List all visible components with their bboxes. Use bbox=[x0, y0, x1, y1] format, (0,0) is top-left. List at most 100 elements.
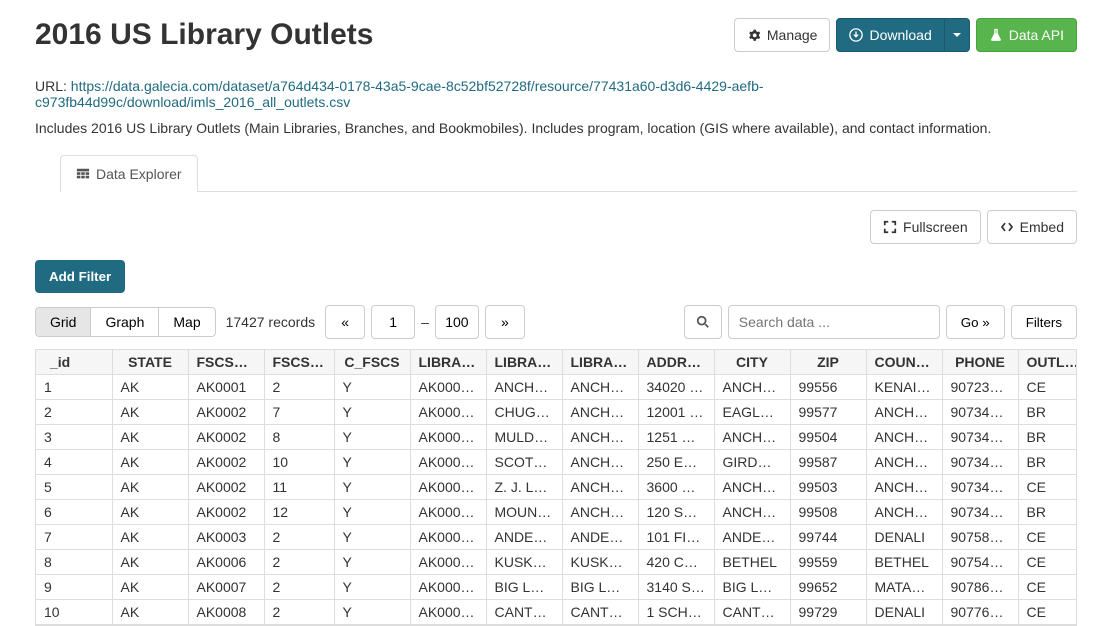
table-cell: 99729 bbox=[790, 600, 866, 625]
table-row[interactable]: 6AKAK000212YAK0002-…MOUNT…ANCHO…120 SO…A… bbox=[36, 500, 1077, 525]
table-cell: 2 bbox=[264, 600, 334, 625]
column-header[interactable]: LIBRAR… bbox=[410, 350, 486, 375]
table-cell: ANCHO… bbox=[562, 400, 638, 425]
column-header[interactable]: FSCS_I… bbox=[264, 350, 334, 375]
table-cell: AK bbox=[112, 450, 188, 475]
table-cell: AK bbox=[112, 375, 188, 400]
table-cell: 1 SCHO… bbox=[638, 600, 714, 625]
column-header[interactable]: ADDRESS bbox=[638, 350, 714, 375]
data-api-button[interactable]: Data API bbox=[976, 18, 1077, 52]
column-header[interactable]: OUTLET… bbox=[1018, 350, 1077, 375]
table-cell: AK0002-… bbox=[410, 475, 486, 500]
table-row[interactable]: 7AKAK00032YAK0003-…ANDER…ANDER…101 FIR…A… bbox=[36, 525, 1077, 550]
page-to-input[interactable] bbox=[435, 305, 479, 339]
table-cell: CANTW… bbox=[562, 600, 638, 625]
caret-down-icon bbox=[953, 33, 961, 37]
search-input[interactable] bbox=[728, 305, 940, 339]
fullscreen-button[interactable]: Fullscreen bbox=[870, 210, 981, 244]
table-cell: KENAI P… bbox=[866, 375, 942, 400]
table-row[interactable]: 9AKAK00072YAK0007-…BIG LAK…BIG LAK…3140 … bbox=[36, 575, 1077, 600]
search-icon bbox=[696, 315, 710, 329]
table-cell: ANCHO… bbox=[866, 500, 942, 525]
page-from-input[interactable] bbox=[371, 305, 415, 339]
url-label: URL: bbox=[35, 78, 67, 94]
table-cell: Y bbox=[334, 525, 410, 550]
table-cell: AK0006 bbox=[188, 550, 264, 575]
description: Includes 2016 US Library Outlets (Main L… bbox=[35, 120, 1077, 136]
tab-data-explorer[interactable]: Data Explorer bbox=[60, 155, 198, 192]
download-button[interactable]: Download bbox=[836, 18, 944, 52]
download-icon bbox=[849, 28, 863, 42]
column-header[interactable]: LIBRAR… bbox=[562, 350, 638, 375]
flask-icon bbox=[989, 28, 1003, 42]
record-count: 17427 records bbox=[226, 314, 316, 330]
table-cell: 2 bbox=[264, 575, 334, 600]
column-header[interactable]: CITY bbox=[714, 350, 790, 375]
table-cell: AK0007 bbox=[188, 575, 264, 600]
table-cell: 9073434… bbox=[942, 425, 1018, 450]
go-button[interactable]: Go » bbox=[946, 305, 1005, 339]
table-cell: AK0002-… bbox=[410, 400, 486, 425]
table-cell: 12 bbox=[264, 500, 334, 525]
table-cell: 8 bbox=[36, 550, 112, 575]
table-cell: AK0002 bbox=[188, 425, 264, 450]
manage-button[interactable]: Manage bbox=[734, 18, 831, 52]
table-cell: 99744 bbox=[790, 525, 866, 550]
url-row: URL: https://data.galecia.com/dataset/a7… bbox=[35, 78, 1077, 110]
search-button[interactable] bbox=[684, 305, 722, 339]
table-cell: CE bbox=[1018, 575, 1077, 600]
column-header[interactable]: STATE bbox=[112, 350, 188, 375]
table-cell: 5 bbox=[36, 475, 112, 500]
table-row[interactable]: 4AKAK000210YAK0002-…SCOTT …ANCHO…250 EGL… bbox=[36, 450, 1077, 475]
table-cell: 99503 bbox=[790, 475, 866, 500]
table-cell: ANCHO… bbox=[486, 375, 562, 400]
table-cell: DENALI bbox=[866, 525, 942, 550]
table-cell: CE bbox=[1018, 525, 1077, 550]
table-cell: BR bbox=[1018, 425, 1077, 450]
table-cell: Y bbox=[334, 600, 410, 625]
map-view-button[interactable]: Map bbox=[158, 307, 215, 337]
table-cell: AK0008-… bbox=[410, 600, 486, 625]
column-header[interactable]: _id bbox=[36, 350, 112, 375]
table-row[interactable]: 3AKAK00028YAK0002-…MULDO…ANCHO…1251 MU…A… bbox=[36, 425, 1077, 450]
table-cell: AK0002 bbox=[188, 475, 264, 500]
table-row[interactable]: 2AKAK00027YAK0002-…CHUGIA…ANCHO…12001 B…… bbox=[36, 400, 1077, 425]
table-row[interactable]: 5AKAK000211YAK0002-…Z. J. LO…ANCHO…3600 … bbox=[36, 475, 1077, 500]
table-cell: 99652 bbox=[790, 575, 866, 600]
graph-view-button[interactable]: Graph bbox=[90, 307, 159, 337]
table-cell: BETHEL bbox=[866, 550, 942, 575]
table-cell: AK bbox=[112, 525, 188, 550]
table-cell: CHUGIA… bbox=[486, 400, 562, 425]
filters-button[interactable]: Filters bbox=[1011, 305, 1077, 339]
table-row[interactable]: 1AKAK00012YAK0001-…ANCHO…ANCHO…34020 N…A… bbox=[36, 375, 1077, 400]
table-cell: 99587 bbox=[790, 450, 866, 475]
next-page-button[interactable]: » bbox=[485, 305, 525, 339]
column-header[interactable]: C_FSCS bbox=[334, 350, 410, 375]
table-cell: MOUNT… bbox=[486, 500, 562, 525]
column-header[interactable]: COUNTY bbox=[866, 350, 942, 375]
table-cell: AK bbox=[112, 575, 188, 600]
table-cell: BIG LAK… bbox=[562, 575, 638, 600]
embed-button[interactable]: Embed bbox=[987, 210, 1077, 244]
table-cell: AK0003-… bbox=[410, 525, 486, 550]
table-row[interactable]: 8AKAK00062YAK0006-…KUSKO…KUSKO…420 CHI…B… bbox=[36, 550, 1077, 575]
table-cell: AK bbox=[112, 475, 188, 500]
table-cell: 8 bbox=[264, 425, 334, 450]
add-filter-button[interactable]: Add Filter bbox=[35, 260, 125, 293]
table-cell: 9073432… bbox=[942, 475, 1018, 500]
table-cell: BIG LAKE bbox=[714, 575, 790, 600]
resource-url-link[interactable]: https://data.galecia.com/dataset/a764d43… bbox=[35, 78, 764, 110]
table-cell: 250 EGL… bbox=[638, 450, 714, 475]
grid-view-button[interactable]: Grid bbox=[35, 307, 91, 337]
table-cell: AK bbox=[112, 500, 188, 525]
table-cell: CE bbox=[1018, 375, 1077, 400]
table-row[interactable]: 10AKAK00082YAK0008-…CANTW…CANTW…1 SCHO…C… bbox=[36, 600, 1077, 625]
column-header[interactable]: LIBRAR… bbox=[486, 350, 562, 375]
download-dropdown[interactable] bbox=[945, 18, 970, 52]
column-header[interactable]: FSCS_ID bbox=[188, 350, 264, 375]
prev-page-button[interactable]: « bbox=[325, 305, 365, 339]
table-cell: 9075434… bbox=[942, 550, 1018, 575]
column-header[interactable]: PHONE bbox=[942, 350, 1018, 375]
column-header[interactable]: ZIP bbox=[790, 350, 866, 375]
embed-icon bbox=[1000, 220, 1014, 234]
